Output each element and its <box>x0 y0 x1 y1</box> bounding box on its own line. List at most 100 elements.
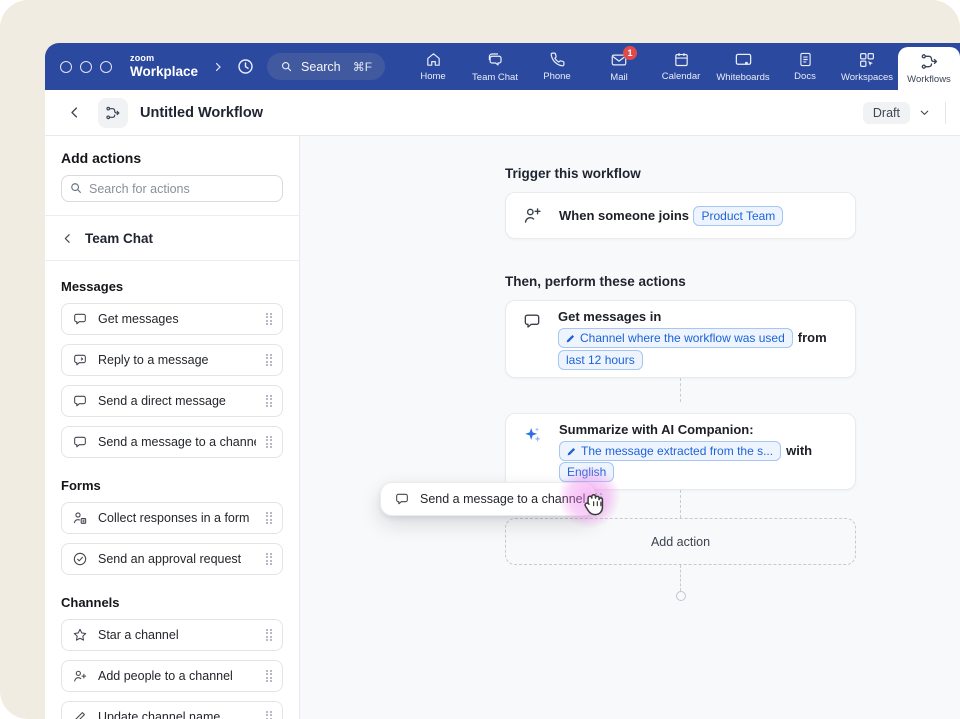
chevron-right-icon[interactable] <box>212 61 224 73</box>
drag-handle-icon[interactable] <box>595 492 602 506</box>
logo-zoom-text: zoom <box>130 52 155 63</box>
mail-badge: 1 <box>623 46 637 60</box>
trigger-card[interactable]: When someone joins Product Team <box>505 192 856 239</box>
nav-whiteboards[interactable]: Whiteboards <box>712 43 774 90</box>
action-item-send-direct-message[interactable]: Send a direct message <box>61 385 283 417</box>
section-messages: Messages <box>61 279 124 294</box>
primary-nav: Home Team Chat Phone 1 Mail Calendar Whi… <box>402 43 960 90</box>
panel-title: Add actions <box>61 150 142 166</box>
window-controls[interactable] <box>60 60 112 73</box>
history-icon[interactable] <box>236 57 255 76</box>
flow-connector <box>680 490 681 518</box>
chat-bubble-icon <box>394 491 410 507</box>
add-actions-panel: Add actions Team Chat Messages <box>45 136 300 719</box>
category-label: Team Chat <box>85 230 154 246</box>
page-title: Untitled Workflow <box>140 104 263 121</box>
chat-bubble-icon <box>72 393 88 409</box>
action-item-star-channel[interactable]: Star a channel <box>61 619 283 651</box>
nav-workspaces[interactable]: Workspaces <box>836 43 898 90</box>
person-form-icon <box>72 510 88 526</box>
search-shortcut: ⌘F <box>352 59 373 74</box>
actions-search-input[interactable] <box>61 175 283 202</box>
flow-end-node <box>675 591 686 601</box>
window-control-zoom[interactable] <box>100 60 112 73</box>
nav-phone[interactable]: Phone <box>526 43 588 90</box>
back-button[interactable] <box>67 105 82 120</box>
window-control-close[interactable] <box>60 60 72 73</box>
status-badge: Draft <box>862 101 910 124</box>
search-icon <box>69 181 83 195</box>
workflows-icon <box>920 52 939 71</box>
flow-connector <box>680 565 681 591</box>
nav-docs[interactable]: Docs <box>774 43 836 90</box>
screenshot-stage: zoom Workplace Search ⌘F Home Team Chat … <box>0 0 960 719</box>
action-card-summarize-ai[interactable]: Summarize with AI Companion: The message… <box>505 413 856 490</box>
section-forms: Forms <box>61 478 101 493</box>
global-search-input[interactable]: Search ⌘F <box>267 53 386 80</box>
actions-heading: Then, perform these actions <box>505 274 686 289</box>
chat-bubble-icon <box>72 434 88 450</box>
window-control-minimize[interactable] <box>80 60 92 73</box>
trigger-heading: Trigger this workflow <box>505 166 641 181</box>
chevron-left-icon <box>61 232 74 245</box>
pencil-icon <box>72 709 88 719</box>
add-action-dropzone[interactable]: Add action <box>505 518 856 565</box>
nav-mail[interactable]: 1 Mail <box>588 43 650 90</box>
drag-handle-icon[interactable] <box>265 353 272 367</box>
drag-handle-icon[interactable] <box>265 552 272 566</box>
header-divider <box>945 101 946 124</box>
connector-word: from <box>797 330 827 345</box>
star-icon <box>72 627 88 643</box>
pencil-icon <box>566 334 575 343</box>
action-item-send-approval-request[interactable]: Send an approval request <box>61 543 283 575</box>
workflow-canvas: Trigger this workflow When someone joins… <box>300 136 960 719</box>
drag-handle-icon[interactable] <box>265 394 272 408</box>
workflow-icon-chip <box>98 97 128 128</box>
language-pill[interactable]: English <box>559 461 615 482</box>
drag-handle-icon[interactable] <box>265 710 272 719</box>
person-plus-icon <box>522 205 543 226</box>
action-item-add-people-to-channel[interactable]: Add people to a channel <box>61 660 283 692</box>
calendar-icon <box>673 51 690 68</box>
channel-variable-pill[interactable]: Channel where the workflow was used <box>558 327 793 348</box>
drag-handle-icon[interactable] <box>265 669 272 683</box>
action-item-reply-to-message[interactable]: Reply to a message <box>61 344 283 376</box>
drag-handle-icon[interactable] <box>265 312 272 326</box>
nav-team-chat[interactable]: Team Chat <box>464 43 526 90</box>
nav-calendar[interactable]: Calendar <box>650 43 712 90</box>
action-card-get-messages[interactable]: Get messages in Channel where the workfl… <box>505 300 856 378</box>
chat-bubble-icon <box>72 311 88 327</box>
nav-workflows[interactable]: Workflows <box>898 47 960 90</box>
dragged-action-card[interactable]: Send a message to a channel <box>380 482 602 516</box>
reply-bubble-icon <box>72 352 88 368</box>
check-circle-icon <box>72 551 88 567</box>
team-chat-icon <box>486 51 504 69</box>
drag-handle-icon[interactable] <box>265 511 272 525</box>
drag-handle-icon[interactable] <box>265 628 272 642</box>
phone-icon <box>549 51 566 68</box>
category-back-row[interactable]: Team Chat <box>61 216 283 260</box>
search-icon <box>280 60 293 73</box>
message-variable-pill[interactable]: The message extracted from the s... <box>559 440 782 461</box>
workspaces-icon <box>858 51 876 69</box>
connector-word: with <box>786 443 813 458</box>
logo-workplace-text: Workplace <box>130 63 199 79</box>
action-item-update-channel-name[interactable]: Update channel name <box>61 701 283 719</box>
trigger-text: When someone joins <box>559 207 690 223</box>
action-item-get-messages[interactable]: Get messages <box>61 303 283 335</box>
pencil-icon <box>567 447 576 456</box>
action-item-collect-responses[interactable]: Collect responses in a form <box>61 502 283 534</box>
action-title: Summarize with AI Companion: <box>559 422 754 437</box>
flow-connector <box>680 378 681 402</box>
divider <box>45 260 299 261</box>
time-range-pill[interactable]: last 12 hours <box>558 349 643 370</box>
trigger-channel-pill[interactable]: Product Team <box>693 205 784 226</box>
docs-icon <box>797 51 814 68</box>
section-channels: Channels <box>61 595 120 610</box>
chevron-down-icon[interactable] <box>918 106 931 119</box>
ai-sparkle-icon <box>522 424 543 482</box>
nav-home[interactable]: Home <box>402 43 464 90</box>
zoom-workplace-logo: zoom Workplace <box>130 52 199 80</box>
action-item-send-message-to-channel[interactable]: Send a message to a channel <box>61 426 283 458</box>
drag-handle-icon[interactable] <box>265 435 272 449</box>
